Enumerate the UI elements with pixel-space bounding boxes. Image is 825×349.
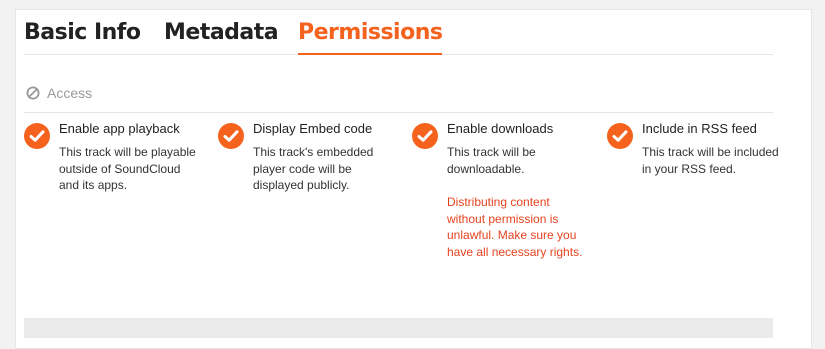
option-description: This track's embedded player code will b… [253,145,374,192]
option-description: This track will be downloadable. [447,145,536,176]
embed-code-checkbox[interactable] [218,123,244,149]
downloads-checkbox[interactable] [412,123,438,149]
rss-feed-checkbox[interactable] [607,123,633,149]
tab-metadata[interactable]: Metadata [164,18,279,53]
section-divider [24,112,773,113]
checkmark-icon [417,130,433,142]
access-label: Access [47,85,93,101]
disabled-icon [26,86,40,100]
checkmark-icon [612,130,628,142]
app-playback-checkbox[interactable] [24,123,50,149]
tab-bar: Basic Info Metadata Permissions [24,18,773,55]
checkmark-icon [29,130,45,142]
option-title: Display Embed code [253,121,373,136]
option-title: Include in RSS feed [642,121,757,136]
option-description: This track will be included in your RSS … [642,145,779,176]
checkmark-icon [223,130,239,142]
access-section-header: Access [26,84,92,102]
legal-warning: Distributing content without permission … [447,195,583,259]
option-description: This track will be playable outside of S… [59,145,196,192]
option-title: Enable downloads [447,121,554,136]
tab-permissions[interactable]: Permissions [298,18,443,55]
footer-bar [24,318,773,338]
tab-basic-info[interactable]: Basic Info [24,18,141,53]
option-title: Enable app playback [59,121,180,136]
